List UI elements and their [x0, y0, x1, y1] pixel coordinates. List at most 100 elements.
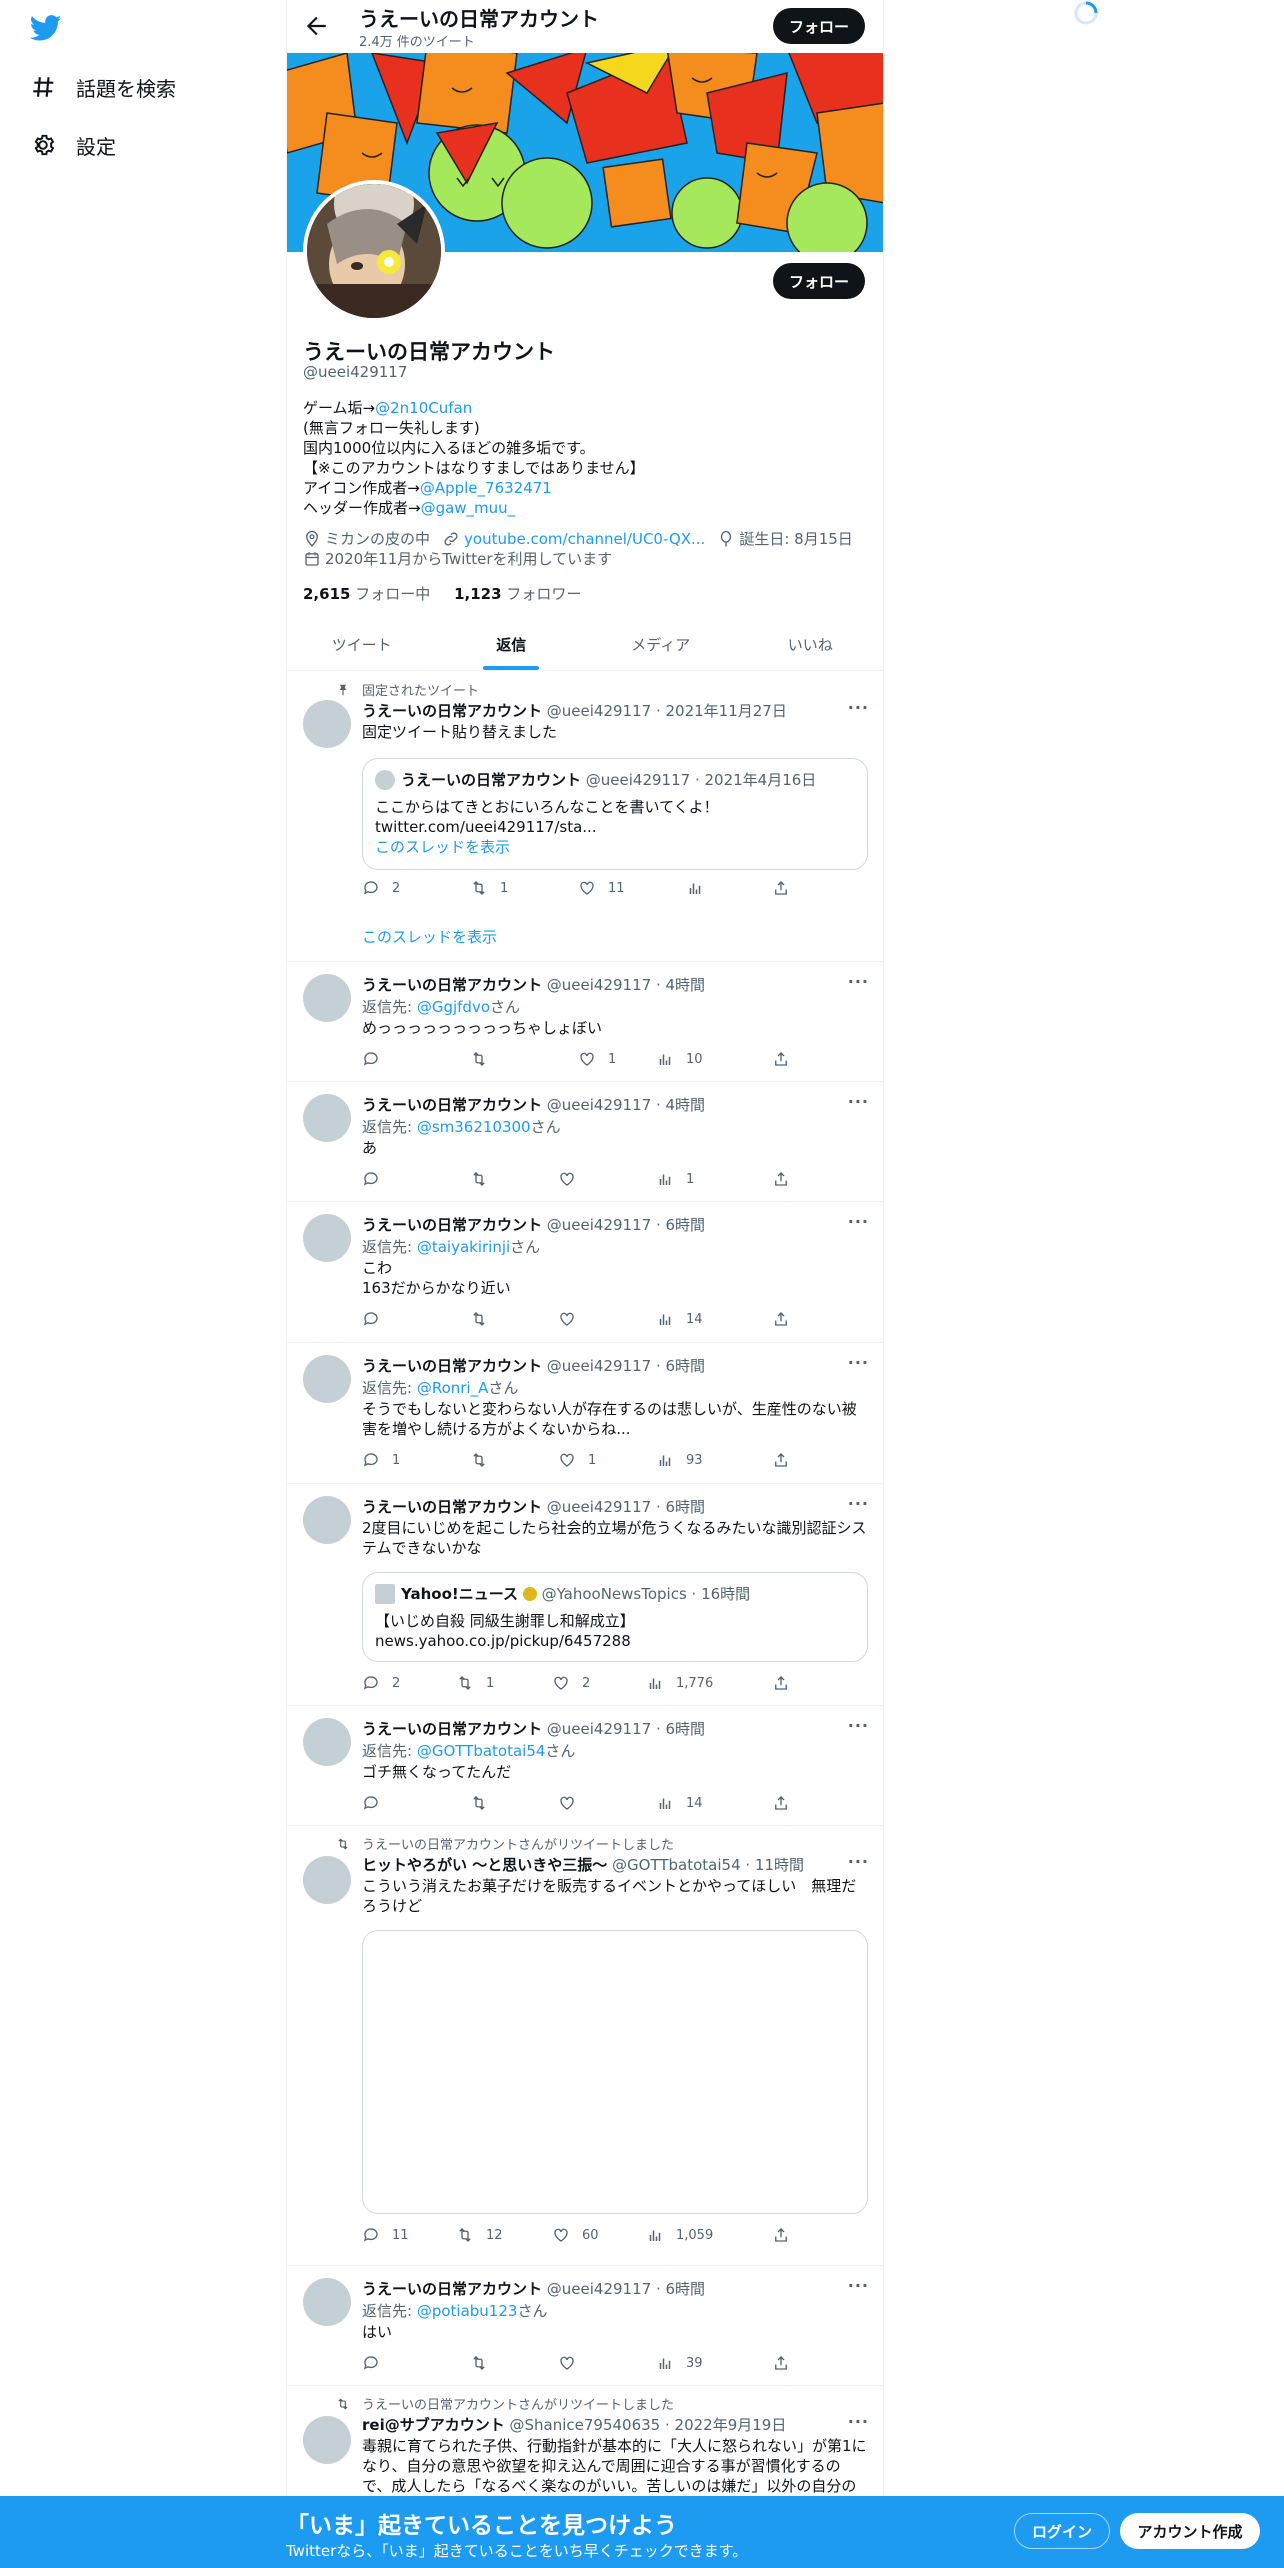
more-options-icon[interactable]: ···: [848, 1716, 869, 1735]
more-options-icon[interactable]: ···: [848, 1852, 869, 1871]
more-options-icon[interactable]: ···: [848, 2276, 869, 2295]
retweet-button[interactable]: [470, 1050, 500, 1068]
reply-button[interactable]: 2: [362, 1674, 400, 1692]
tab-tweets[interactable]: ツイート: [287, 618, 437, 670]
share-button[interactable]: [772, 2226, 802, 2244]
signup-button[interactable]: アカウント作成: [1120, 2513, 1260, 2549]
share-button[interactable]: [772, 1050, 802, 1068]
reply-to-link[interactable]: @Ggjfdvo: [417, 998, 490, 1016]
quoted-tweet[interactable]: Yahoo!ニュース @YahooNewsTopics · 16時間 【いじめ自…: [362, 1572, 868, 1662]
share-button[interactable]: [772, 1451, 802, 1469]
like-button[interactable]: [558, 1170, 588, 1188]
analytics-button[interactable]: 14: [656, 1794, 703, 1812]
share-button[interactable]: [772, 1310, 802, 1328]
back-arrow-icon[interactable]: [303, 13, 329, 39]
reply-button[interactable]: 2: [362, 879, 400, 897]
reply-to-link[interactable]: @sm36210300: [417, 1118, 531, 1136]
nav-settings[interactable]: 設定: [30, 125, 116, 165]
retweet-button[interactable]: 1: [456, 1674, 494, 1692]
like-button[interactable]: 2: [552, 1674, 590, 1692]
quoted-tweet[interactable]: うえーいの日常アカウント @ueei429117 · 2021年4月16日 ここ…: [362, 758, 868, 870]
reply-to-link[interactable]: @Ronri_A: [417, 1379, 489, 1397]
more-options-icon[interactable]: ···: [848, 1212, 869, 1231]
avatar[interactable]: [303, 974, 351, 1022]
following-link[interactable]: 2,615 フォロー中: [303, 585, 430, 603]
reply-to-link[interactable]: @taiyakirinji: [417, 1238, 510, 1256]
tab-replies[interactable]: 返信: [437, 618, 587, 670]
retweet-button[interactable]: [470, 1451, 500, 1469]
retweet-button[interactable]: [470, 1170, 500, 1188]
show-thread-link[interactable]: このスレッドを表示: [362, 926, 497, 947]
tweet-media[interactable]: [362, 1930, 868, 2214]
share-button[interactable]: [772, 879, 802, 897]
analytics-button[interactable]: 93: [656, 1451, 703, 1469]
profile-follow-button[interactable]: フォロー: [773, 263, 865, 299]
retweet-button[interactable]: [470, 2354, 500, 2372]
reply-to-link[interactable]: @potiabu123: [417, 2302, 518, 2320]
tab-likes[interactable]: いいね: [736, 618, 884, 670]
reply-button[interactable]: [362, 1170, 392, 1188]
reply-button[interactable]: [362, 1050, 392, 1068]
more-options-icon[interactable]: ···: [848, 1353, 869, 1372]
bio-mention-link[interactable]: @gaw_muu_: [421, 499, 516, 517]
like-button[interactable]: 1: [578, 1050, 616, 1068]
nav-explore[interactable]: 話題を検索: [30, 67, 176, 107]
avatar[interactable]: [303, 1214, 351, 1262]
like-button[interactable]: [558, 1794, 588, 1812]
tweet[interactable]: うえーいの日常アカウント @ueei429117 · 6時間 ··· 返信先: …: [287, 1202, 883, 1343]
tweet-pinned[interactable]: 固定されたツイート うえーいの日常アカウント @ueei429117 · 202…: [287, 672, 883, 962]
retweet-button[interactable]: [470, 1310, 500, 1328]
tweet[interactable]: うえーいの日常アカウント @ueei429117 · 4時間 ··· 返信先: …: [287, 1082, 883, 1202]
tweet-author-name[interactable]: うえーいの日常アカウント: [362, 1498, 542, 1516]
tweet-author-name[interactable]: うえーいの日常アカウント: [362, 1720, 542, 1738]
tweet[interactable]: うえーいの日常アカウント @ueei429117 · 6時間 ··· 返信先: …: [287, 1343, 883, 1484]
more-options-icon[interactable]: ···: [848, 972, 869, 991]
twitter-logo-icon[interactable]: [26, 12, 66, 44]
tweet[interactable]: うえーいの日常アカウント @ueei429117 · 4時間 ··· 返信先: …: [287, 962, 883, 1082]
avatar[interactable]: [303, 700, 351, 748]
avatar[interactable]: [303, 1496, 351, 1544]
avatar[interactable]: [303, 1355, 351, 1403]
more-options-icon[interactable]: ···: [848, 698, 869, 717]
retweet-button[interactable]: 1: [470, 879, 508, 897]
share-button[interactable]: [772, 1170, 802, 1188]
profile-website-link[interactable]: youtube.com/channel/UC0-QX...: [464, 530, 705, 548]
tweet-author-name[interactable]: うえーいの日常アカウント: [362, 1357, 542, 1375]
tweet[interactable]: うえーいの日常アカウント @ueei429117 · 6時間 ··· 返信先: …: [287, 2266, 883, 2386]
analytics-button[interactable]: 1,776: [646, 1674, 713, 1692]
more-options-icon[interactable]: ···: [848, 1092, 869, 1111]
like-button[interactable]: 60: [552, 2226, 599, 2244]
like-button[interactable]: [558, 1310, 588, 1328]
followers-link[interactable]: 1,123 フォロワー: [454, 585, 581, 603]
reply-button[interactable]: 1: [362, 1451, 400, 1469]
reply-to-link[interactable]: @GOTTbatotai54: [417, 1742, 546, 1760]
tweet[interactable]: うえーいの日常アカウント @ueei429117 · 6時間 ··· 2度目にい…: [287, 1484, 883, 1706]
share-button[interactable]: [772, 2354, 802, 2372]
avatar[interactable]: [303, 2416, 351, 2464]
tweet-author-name[interactable]: うえーいの日常アカウント: [362, 1216, 542, 1234]
avatar[interactable]: [303, 1094, 351, 1142]
tweet-author-name[interactable]: うえーいの日常アカウント: [362, 2280, 542, 2298]
like-button[interactable]: [558, 2354, 588, 2372]
analytics-button[interactable]: 39: [656, 2354, 703, 2372]
tweet[interactable]: うえーいの日常アカウント @ueei429117 · 6時間 ··· 返信先: …: [287, 1706, 883, 1826]
tweet-author-name[interactable]: ヒットやろがい 〜と思いきや三振〜: [362, 1856, 607, 1874]
bio-mention-link[interactable]: @Apple_7632471: [420, 479, 552, 497]
analytics-button[interactable]: 1,059: [646, 2226, 713, 2244]
analytics-button[interactable]: 14: [656, 1310, 703, 1328]
retweet-button[interactable]: 12: [456, 2226, 503, 2244]
analytics-button[interactable]: [686, 879, 716, 897]
analytics-button[interactable]: 10: [656, 1050, 703, 1068]
more-options-icon[interactable]: ···: [848, 2412, 869, 2431]
tab-media[interactable]: メディア: [586, 618, 736, 670]
retweet-button[interactable]: [470, 1794, 500, 1812]
avatar[interactable]: [303, 2278, 351, 2326]
avatar[interactable]: [303, 1718, 351, 1766]
bio-mention-link[interactable]: @2n10Cufan: [375, 399, 472, 417]
tweet-retweet[interactable]: うえーいの日常アカウントさんがリツイートしました ヒットやろがい 〜と思いきや三…: [287, 1826, 883, 2266]
reply-button[interactable]: 11: [362, 2226, 409, 2244]
header-follow-button[interactable]: フォロー: [773, 8, 865, 44]
analytics-button[interactable]: 1: [656, 1170, 694, 1188]
share-button[interactable]: [772, 1794, 802, 1812]
quoted-show-thread-link[interactable]: このスレッドを表示: [375, 837, 855, 857]
